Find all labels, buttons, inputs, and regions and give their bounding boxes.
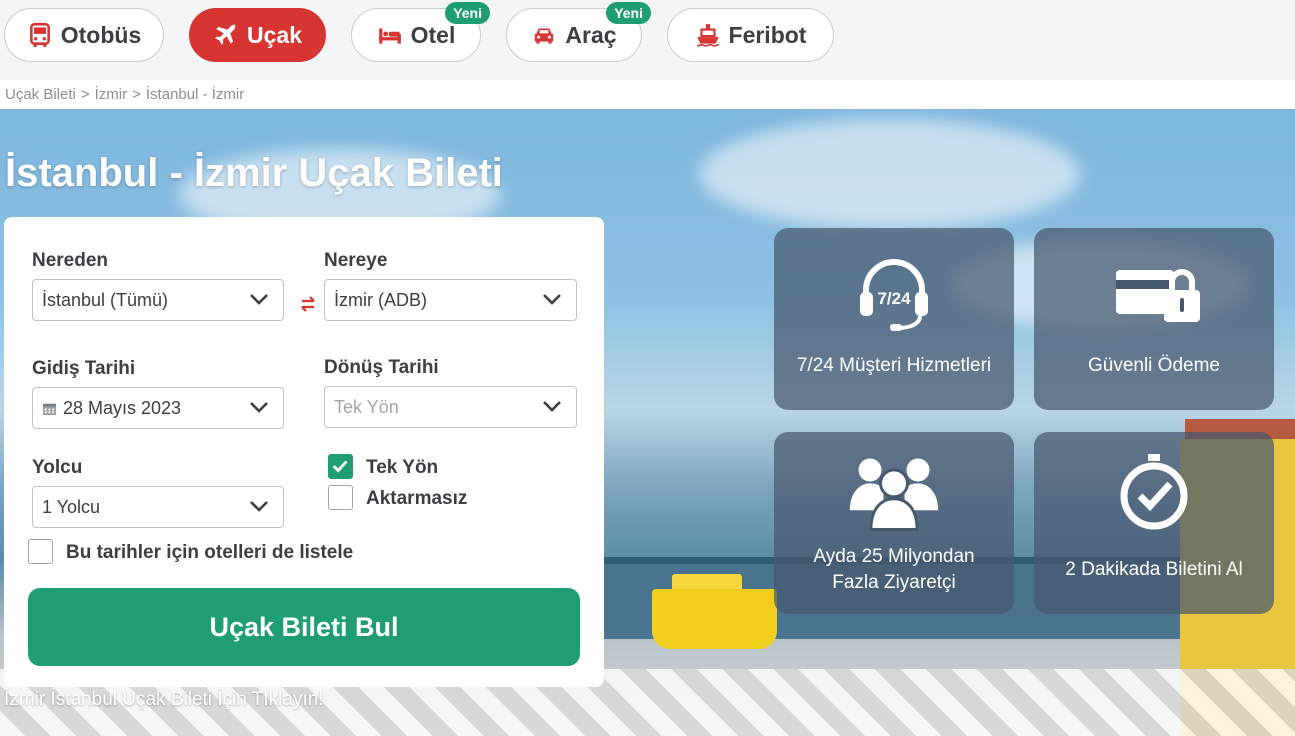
from-label: Nereden [32, 250, 109, 271]
hero-section: İstanbul - İzmir Uçak Bileti Nereden İst… [0, 109, 1295, 736]
from-value: İstanbul (Tümü) [42, 289, 169, 310]
secure-card-icon [1116, 269, 1200, 322]
breadcrumb-link[interactable]: Uçak Bileti [5, 86, 76, 103]
feature-visitors: Ayda 25 Milyondan Fazla Ziyaretçi [774, 432, 1014, 614]
new-badge: Yeni [445, 2, 490, 24]
return-date-select[interactable]: Tek Yön [324, 386, 577, 428]
page-title: İstanbul - İzmir Uçak Bileti [5, 151, 503, 195]
passenger-select[interactable]: 1 Yolcu [32, 486, 284, 528]
chevron-down-icon [250, 402, 268, 413]
direct-checkbox[interactable] [328, 485, 353, 510]
tab-arac[interactable]: Araç Yeni [506, 2, 651, 62]
search-flights-button[interactable]: Uçak Bileti Bul [28, 588, 580, 666]
return-label: Dönüş Tarihi [324, 357, 439, 378]
tab-label: Araç [565, 21, 617, 48]
headset-icon: 7/24 [860, 259, 928, 331]
direct-label: Aktarmasız [366, 488, 468, 509]
car-icon [535, 28, 554, 44]
support-icon-text: 7/24 [877, 289, 911, 308]
bus-icon [29, 22, 50, 47]
feature-support: 7/24 7/24 Müşteri Hizmetleri [774, 228, 1014, 410]
feature-text-line: Ayda 25 Milyondan [813, 546, 975, 567]
feature-text-line: Fazla Ziyaretçi [832, 572, 956, 593]
calendar-icon [42, 403, 57, 415]
list-hotels-label: Bu tarihler için otelleri de listele [66, 542, 354, 563]
tab-otel[interactable]: Otel Yeni [351, 2, 490, 62]
reverse-route-link[interactable]: İzmir İstanbul Uçak Bileti İçin Tıklayın… [4, 689, 324, 711]
return-placeholder: Tek Yön [334, 396, 399, 417]
passenger-value: 1 Yolcu [42, 496, 101, 517]
background-cloud [700, 119, 1080, 229]
checkmark-icon [332, 460, 348, 473]
breadcrumb-current: İstanbul - İzmir [145, 86, 245, 103]
tab-label: Otobüs [60, 21, 142, 48]
to-select[interactable]: İzmir (ADB) [324, 279, 577, 321]
chevron-down-icon [250, 501, 268, 512]
breadcrumb-link[interactable]: İzmir [95, 86, 128, 103]
feature-text: 7/24 Müşteri Hizmetleri [796, 355, 992, 376]
depart-date-select[interactable]: 28 Mayıs 2023 [32, 387, 284, 429]
timer-check-icon [1120, 454, 1188, 530]
bed-icon [378, 28, 401, 44]
product-tabs-bar: Otobüs Uçak Otel Yeni Araç Yeni Feribot [0, 0, 1295, 80]
chevron-down-icon [543, 401, 561, 412]
to-label: Nereye [324, 250, 388, 271]
feature-secure-payment: Güvenli Ödeme [1034, 228, 1274, 410]
oneway-label: Tek Yön [366, 457, 439, 478]
oneway-checkbox[interactable] [328, 454, 353, 479]
swap-icon[interactable] [298, 294, 318, 314]
passenger-label: Yolcu [32, 457, 83, 478]
list-hotels-checkbox[interactable] [28, 539, 53, 564]
depart-value: 28 Mayıs 2023 [63, 397, 182, 418]
feature-quick-ticket: 2 Dakikada Biletini Al [1034, 432, 1274, 614]
chevron-down-icon [543, 294, 561, 305]
plane-icon [215, 24, 236, 45]
tab-otobus[interactable]: Otobüs [4, 8, 164, 62]
feature-text: Güvenli Ödeme [1087, 355, 1220, 376]
breadcrumb-separator: > [80, 86, 90, 103]
tab-label: Feribot [728, 21, 807, 48]
tab-feribot[interactable]: Feribot [667, 8, 834, 62]
ferry-icon [696, 24, 719, 47]
new-badge: Yeni [606, 2, 651, 24]
from-select[interactable]: İstanbul (Tümü) [32, 279, 284, 321]
tab-label: Uçak [247, 21, 302, 48]
breadcrumb: Uçak Bileti > İzmir > İstanbul - İzmir [5, 86, 244, 103]
depart-label: Gidiş Tarihi [32, 358, 136, 379]
to-value: İzmir (ADB) [334, 289, 427, 310]
feature-text: 2 Dakikada Biletini Al [1065, 559, 1243, 580]
tab-label: Otel [410, 21, 456, 48]
flight-search-form: Nereden İstanbul (Tümü) Nereye İzmir (AD… [4, 217, 604, 687]
tab-ucak[interactable]: Uçak [189, 8, 326, 62]
background-boat [652, 589, 777, 649]
chevron-down-icon [250, 294, 268, 305]
breadcrumb-separator: > [132, 86, 141, 103]
users-icon [849, 458, 939, 531]
